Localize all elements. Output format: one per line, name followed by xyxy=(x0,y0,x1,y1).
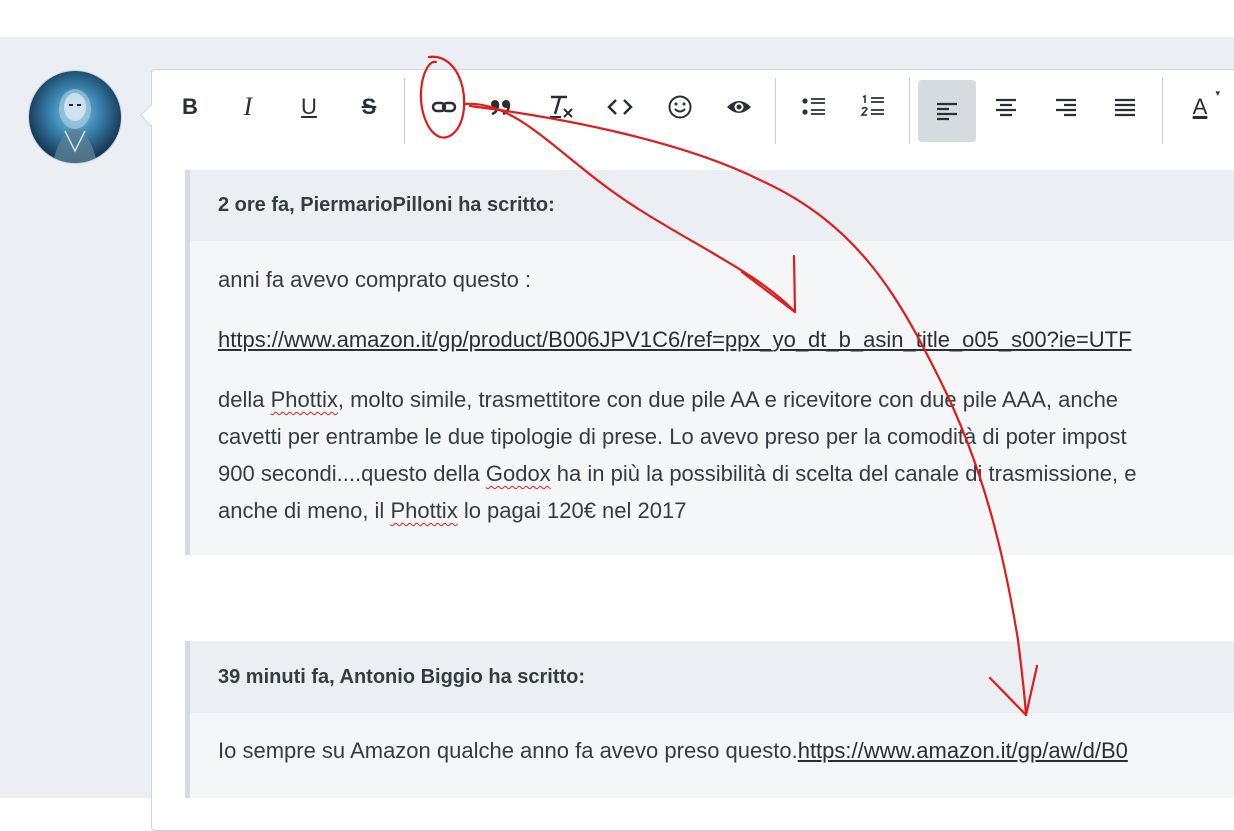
toolbar-divider xyxy=(909,78,910,144)
bold-button[interactable]: B xyxy=(164,82,216,132)
strikethrough-button[interactable]: S xyxy=(343,82,395,132)
quote-line: anni fa avevo comprato questo : xyxy=(218,267,532,292)
misspelled-word: Phottix xyxy=(390,498,458,523)
quote-content: anni fa avevo comprato questo : https://… xyxy=(190,241,1234,529)
font-color-icon: A xyxy=(1192,94,1208,119)
quote-block-1: 2 ore fa, PiermarioPilloni ha scritto: a… xyxy=(185,170,1234,555)
editor-toolbar: B I U S A ▾ xyxy=(152,70,1234,152)
quote-paragraph: cavetti per entrambe le due tipologie di… xyxy=(218,424,1127,449)
code-button[interactable] xyxy=(594,82,646,132)
quote-paragraph: Io sempre su Amazon qualche anno fa avev… xyxy=(218,713,1234,769)
emoji-button[interactable] xyxy=(654,82,706,132)
text-segment: Io sempre su Amazon qualche anno fa avev… xyxy=(218,738,798,763)
justify-button[interactable] xyxy=(1099,82,1151,132)
italic-button[interactable]: I xyxy=(222,82,274,132)
quote-content: Io sempre su Amazon qualche anno fa avev… xyxy=(190,713,1234,769)
underline-button[interactable]: U xyxy=(283,82,335,132)
text-segment: della xyxy=(218,387,271,412)
quote-paragraph: 900 secondi....questo della Godox ha in … xyxy=(218,455,1234,492)
font-color-button[interactable]: A ▾ xyxy=(1174,82,1226,132)
dropdown-caret-icon: ▾ xyxy=(1215,88,1220,98)
quote-paragraph: anche di meno, il Phottix lo pagai 120€ … xyxy=(218,492,1234,529)
align-center-icon xyxy=(996,98,1016,117)
align-left-button[interactable] xyxy=(918,80,976,142)
text-segment: ha in più la possibilità di scelta del c… xyxy=(550,461,1137,486)
quote-icon xyxy=(491,100,511,116)
text-segment: , molto simile, trasmettitore con due pi… xyxy=(337,387,1119,412)
blockquote-button[interactable] xyxy=(475,82,527,132)
quote-block-2: 39 minuti fa, Antonio Biggio ha scritto:… xyxy=(185,641,1234,798)
text-segment: anche di meno, il xyxy=(218,498,391,523)
clear-format-icon xyxy=(550,95,573,118)
quote-paragraph: https://www.amazon.it/gp/product/B006JPV… xyxy=(218,298,1234,358)
toolbar-divider xyxy=(775,78,776,144)
justify-icon xyxy=(1115,98,1135,117)
clear-format-button[interactable] xyxy=(535,82,587,132)
align-center-button[interactable] xyxy=(980,82,1032,132)
product-link[interactable]: https://www.amazon.it/gp/aw/d/B0 xyxy=(798,738,1128,763)
quote-paragraph: della Phottix, molto simile, trasmettito… xyxy=(218,358,1234,418)
underline-icon: U xyxy=(301,94,317,119)
strikethrough-icon: S xyxy=(361,94,377,119)
preview-button[interactable] xyxy=(713,82,765,132)
italic-icon: I xyxy=(243,92,253,121)
quote-header: 39 minuti fa, Antonio Biggio ha scritto: xyxy=(190,641,1234,713)
align-right-button[interactable] xyxy=(1040,82,1092,132)
misspelled-word: Godox xyxy=(485,461,551,486)
bullet-list-icon xyxy=(802,98,825,115)
align-right-icon xyxy=(1056,98,1076,117)
toolbar-divider xyxy=(1162,78,1163,144)
misspelled-word: Phottix xyxy=(270,387,338,412)
toolbar-divider xyxy=(404,78,405,144)
code-icon xyxy=(607,99,633,115)
link-button[interactable] xyxy=(418,82,470,132)
link-icon xyxy=(431,101,457,113)
smiley-icon xyxy=(668,95,692,119)
quote-header: 2 ore fa, PiermarioPilloni ha scritto: xyxy=(190,170,1234,241)
numbered-list-icon xyxy=(860,95,884,116)
product-link[interactable]: https://www.amazon.it/gp/product/B006JPV… xyxy=(218,327,1132,352)
user-avatar[interactable] xyxy=(29,71,121,163)
eye-icon xyxy=(727,101,751,113)
numbered-list-button[interactable] xyxy=(847,82,899,132)
align-left-icon xyxy=(937,102,957,121)
robot-portrait-icon xyxy=(53,89,97,163)
bullet-list-button[interactable] xyxy=(788,82,840,132)
bold-icon: B xyxy=(182,94,198,119)
text-segment: 900 secondi....questo della xyxy=(218,461,486,486)
text-segment: lo pagai 120€ nel 2017 xyxy=(457,498,687,523)
